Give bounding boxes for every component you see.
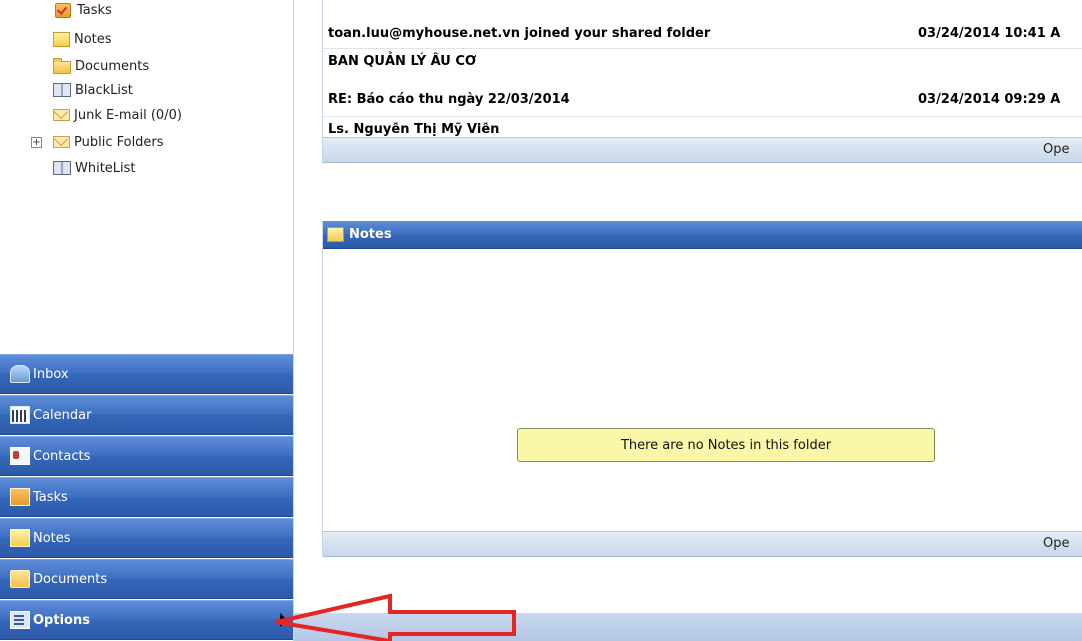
navigation-pane: Inbox Calendar Contacts Tasks Notes Docu… bbox=[0, 354, 293, 641]
folder-tree: Tasks Notes Documents BlackList Junk E-m… bbox=[0, 0, 293, 352]
nav-label: Contacts bbox=[33, 448, 91, 464]
mail-date: 03/24/2014 10:41 A bbox=[918, 25, 1061, 41]
folder-blacklist[interactable]: BlackList bbox=[53, 79, 133, 101]
mail-date: 03/24/2014 09:29 A bbox=[918, 91, 1061, 107]
inbox-icon bbox=[10, 365, 30, 383]
annotation-arrow bbox=[275, 593, 516, 641]
open-link[interactable]: Ope bbox=[1043, 142, 1069, 157]
notes-panel-header: Notes bbox=[323, 221, 1082, 249]
main-content: toan.luu@myhouse.net.vn joined your shar… bbox=[294, 0, 1082, 641]
mail-subject: Ls. Nguyễn Thị Mỹ Viễn bbox=[328, 122, 500, 137]
nav-options[interactable]: Options bbox=[0, 600, 293, 640]
notes-panel-footer: Ope bbox=[323, 531, 1082, 557]
folder-label: Tasks bbox=[77, 2, 112, 18]
folder-junk-email[interactable]: Junk E-mail (0/0) bbox=[53, 104, 182, 126]
mail-icon bbox=[53, 136, 70, 148]
nav-inbox[interactable]: Inbox bbox=[0, 354, 293, 394]
nav-label: Documents bbox=[33, 571, 108, 587]
notes-icon bbox=[53, 31, 70, 47]
mail-row[interactable]: toan.luu@myhouse.net.vn joined your shar… bbox=[328, 20, 1082, 46]
nav-label: Calendar bbox=[33, 407, 92, 423]
sidebar: Tasks Notes Documents BlackList Junk E-m… bbox=[0, 0, 294, 641]
tasks-icon bbox=[10, 488, 30, 506]
nav-tasks[interactable]: Tasks bbox=[0, 477, 293, 517]
folder-public-folders[interactable]: Public Folders bbox=[53, 131, 164, 153]
nav-calendar[interactable]: Calendar bbox=[0, 395, 293, 435]
folder-documents[interactable]: Documents bbox=[53, 55, 149, 77]
folder-label: Documents bbox=[75, 58, 150, 74]
folder-tasks[interactable]: Tasks bbox=[53, 0, 112, 21]
address-book-icon bbox=[53, 161, 71, 175]
empty-notes-message: There are no Notes in this folder bbox=[517, 428, 935, 462]
folder-label: Notes bbox=[74, 31, 112, 47]
mail-panel-footer: Ope bbox=[323, 137, 1082, 163]
nav-documents[interactable]: Documents bbox=[0, 559, 293, 599]
mail-row[interactable]: BAN QUẢN LÝ ÂU CƠ bbox=[328, 48, 1082, 74]
nav-label: Inbox bbox=[33, 366, 69, 382]
mail-subject: RE: Báo cáo thu ngày 22/03/2014 bbox=[328, 91, 570, 107]
folder-whitelist[interactable]: WhiteList bbox=[53, 157, 136, 179]
mail-icon bbox=[53, 109, 70, 121]
nav-contacts[interactable]: Contacts bbox=[0, 436, 293, 476]
mail-row[interactable]: RE: Báo cáo thu ngày 22/03/2014 03/24/20… bbox=[328, 86, 1082, 112]
mail-subject: BAN QUẢN LÝ ÂU CƠ bbox=[328, 53, 477, 69]
nav-label: Tasks bbox=[33, 489, 68, 505]
nav-notes[interactable]: Notes bbox=[0, 518, 293, 558]
mail-row[interactable]: Ls. Nguyễn Thị Mỹ Viễn bbox=[328, 122, 1082, 138]
mail-subject: toan.luu@myhouse.net.vn joined your shar… bbox=[328, 25, 711, 41]
documents-icon bbox=[10, 570, 30, 588]
notes-panel-title: Notes bbox=[349, 227, 392, 242]
open-link[interactable]: Ope bbox=[1043, 536, 1069, 551]
folder-label: Public Folders bbox=[74, 134, 164, 150]
tasks-icon bbox=[55, 2, 71, 18]
notes-icon bbox=[327, 227, 344, 242]
calendar-icon bbox=[10, 406, 30, 424]
row-divider bbox=[323, 116, 1082, 117]
contacts-icon bbox=[10, 447, 30, 465]
nav-label: Notes bbox=[33, 530, 71, 546]
expand-icon[interactable]: + bbox=[31, 137, 42, 148]
folder-icon bbox=[53, 57, 71, 74]
nav-label: Options bbox=[33, 612, 90, 628]
folder-label: WhiteList bbox=[75, 160, 136, 176]
options-icon bbox=[10, 611, 30, 629]
folder-label: BlackList bbox=[75, 82, 133, 98]
folder-label: Junk E-mail (0/0) bbox=[74, 107, 182, 123]
address-book-icon bbox=[53, 83, 71, 97]
folder-notes[interactable]: Notes bbox=[53, 28, 112, 50]
mail-list-panel: toan.luu@myhouse.net.vn joined your shar… bbox=[322, 0, 1082, 164]
notes-icon bbox=[10, 529, 30, 547]
notes-panel: Notes There are no Notes in this folder … bbox=[322, 221, 1082, 557]
